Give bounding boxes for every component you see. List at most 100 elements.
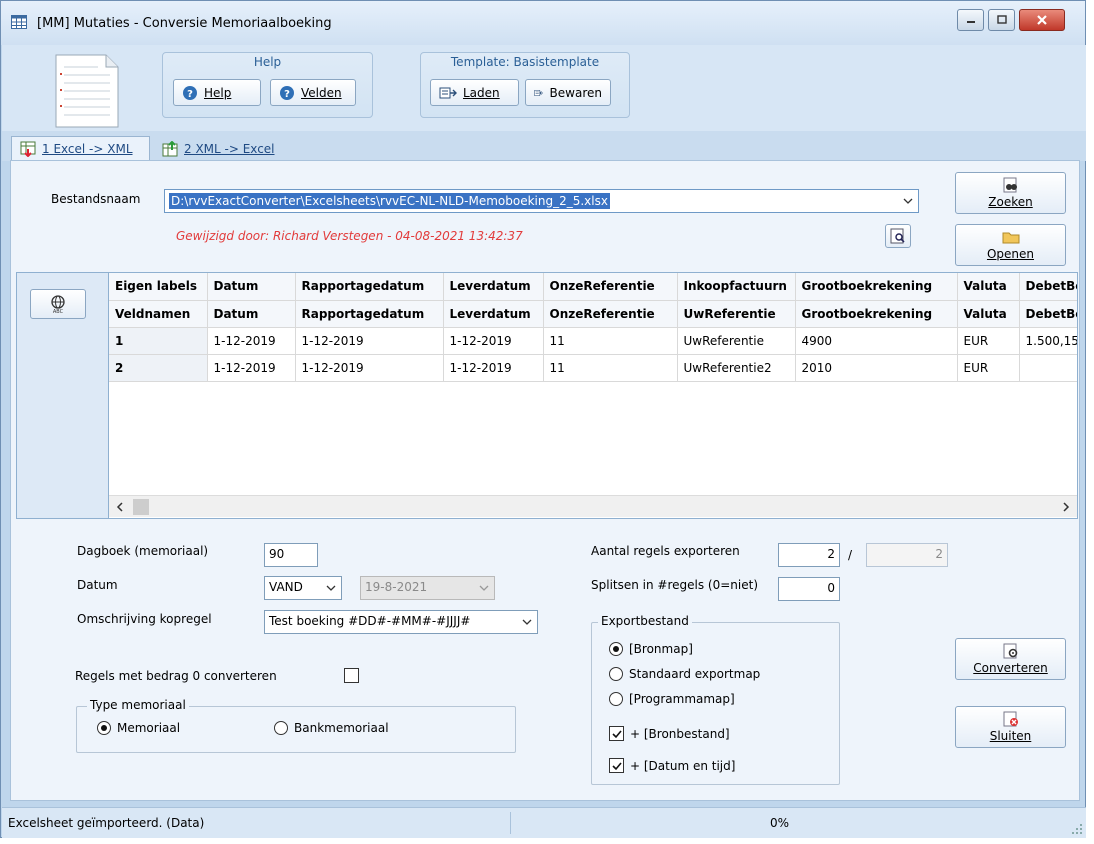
radio-bronmap[interactable]: [Bronmap]: [609, 642, 693, 656]
empty-row: [109, 381, 1077, 408]
tab-xml-to-excel[interactable]: 2 XML -> Excel: [154, 136, 284, 161]
close-button[interactable]: Sluiten: [955, 706, 1066, 748]
filename-combobox[interactable]: D:\rvvExactConverter\Excelsheets\rvvEC-N…: [164, 189, 919, 213]
grid-header-cell[interactable]: Veldnamen: [109, 300, 208, 328]
grid-header-cell[interactable]: Inkoopfactuurn: [677, 273, 796, 301]
row-number-cell[interactable]: 1: [109, 327, 208, 355]
grid-header-cell[interactable]: Datum: [207, 300, 296, 328]
horizontal-scrollbar[interactable]: [109, 495, 1077, 517]
load-icon: [439, 87, 457, 98]
empty-cell: [109, 435, 1077, 462]
grid-cell[interactable]: [1019, 354, 1077, 382]
omschrijving-value: Test boeking #DD#-#MM#-#JJJJ#: [269, 614, 471, 628]
scroll-right-icon[interactable]: [1061, 501, 1071, 513]
grid-header-cell[interactable]: Grootboekrekening: [795, 300, 958, 328]
convert-button[interactable]: Converteren: [955, 638, 1066, 680]
scroll-left-icon[interactable]: [115, 501, 125, 513]
maximize-button[interactable]: [988, 9, 1015, 31]
grid-cell[interactable]: 2010: [795, 354, 958, 382]
chevron-down-icon[interactable]: [325, 582, 337, 594]
radio-bankmemoriaal[interactable]: Bankmemoriaal: [274, 721, 389, 735]
grid-header-cell[interactable]: Eigen labels: [109, 273, 208, 301]
checkbox-box[interactable]: [609, 758, 624, 773]
grid-cell[interactable]: 4900: [795, 327, 958, 355]
grid-cell[interactable]: 11: [543, 354, 678, 382]
preview-button[interactable]: [885, 224, 911, 248]
grid-header-cell[interactable]: Rapportagedatum: [295, 273, 444, 301]
grid-cell[interactable]: 1.500,15: [1019, 327, 1077, 355]
close-window-button[interactable]: [1019, 9, 1065, 31]
scrollbar-thumb[interactable]: [133, 499, 149, 515]
grid-header-cell[interactable]: OnzeReferentie: [543, 273, 678, 301]
dagboek-label: Dagboek (memoriaal): [77, 544, 209, 558]
radio-dot[interactable]: [609, 667, 623, 681]
grid-header-cell[interactable]: Leverdatum: [443, 300, 544, 328]
grid-cell[interactable]: EUR: [957, 327, 1020, 355]
load-template-button[interactable]: Laden: [430, 79, 519, 106]
radio-dot[interactable]: [609, 642, 623, 656]
type-memoriaal-legend: Type memoriaal: [87, 698, 189, 712]
splitsen-input[interactable]: 0: [778, 577, 840, 601]
radio-dot[interactable]: [97, 721, 111, 735]
grid-cell[interactable]: 11: [543, 327, 678, 355]
grid-cell[interactable]: 1-12-2019: [295, 327, 444, 355]
grid-cell[interactable]: 1-12-2019: [207, 327, 296, 355]
help-button[interactable]: ? Help: [173, 79, 261, 106]
checkmark-icon: [611, 761, 622, 770]
grid-cell[interactable]: 1-12-2019: [295, 354, 444, 382]
save-icon: [534, 89, 544, 96]
help-group: Help ? Help ? Velden: [162, 52, 373, 118]
grid-header-cell[interactable]: DebetBe: [1019, 300, 1077, 328]
grid-header-cell[interactable]: Valuta: [957, 300, 1020, 328]
grid-header-cell[interactable]: UwReferentie: [677, 300, 796, 328]
grid-cell[interactable]: 1-12-2019: [443, 327, 544, 355]
radio-standaard-exportmap[interactable]: Standaard exportmap: [609, 667, 760, 681]
checkbox-datum-tijd-label: + [Datum en tijd]: [630, 758, 736, 773]
minimize-button[interactable]: [957, 9, 984, 31]
grid-cell[interactable]: EUR: [957, 354, 1020, 382]
grid-cell[interactable]: UwReferentie: [677, 327, 796, 355]
aantal-input[interactable]: 2: [778, 543, 840, 567]
aantal-separator: /: [848, 548, 853, 562]
checkbox-box[interactable]: [609, 726, 624, 741]
grid-header-cell[interactable]: Grootboekrekening: [795, 273, 958, 301]
grid-header-cell[interactable]: OnzeReferentie: [543, 300, 678, 328]
grid-header-cell[interactable]: Valuta: [957, 273, 1020, 301]
checkbox-datum-tijd[interactable]: + [Datum en tijd]: [609, 758, 735, 773]
open-button[interactable]: Openen: [955, 224, 1066, 266]
radio-programmamap[interactable]: [Programmamap]: [609, 692, 735, 706]
close-icon: [1037, 15, 1047, 25]
search-button[interactable]: Zoeken: [955, 172, 1066, 214]
grid-header-cell[interactable]: Leverdatum: [443, 273, 544, 301]
grid-cell[interactable]: 1-12-2019: [207, 354, 296, 382]
resize-grip-icon[interactable]: [1072, 824, 1082, 834]
grid-table: Eigen labels Datum Rapportagedatum Leverdat…: [109, 273, 1077, 489]
empty-cell: [109, 462, 1077, 489]
zero-amount-checkbox[interactable]: [344, 668, 359, 683]
chevron-down-icon[interactable]: [902, 195, 914, 207]
fields-button[interactable]: ? Velden: [270, 79, 356, 106]
empty-cell: [109, 408, 1077, 435]
save-template-button[interactable]: Bewaren: [525, 79, 611, 106]
omschrijving-combobox[interactable]: Test boeking #DD#-#MM#-#JJJJ#: [264, 610, 538, 634]
grid-header-cell[interactable]: Rapportagedatum: [295, 300, 444, 328]
toolbar: Help ? Help ? Velden Template: Basistemp…: [2, 45, 1086, 131]
row-number-cell[interactable]: 2: [109, 354, 208, 382]
table-icon: [11, 15, 27, 29]
data-grid: ABC Eigen labels Datum Rapportagedatum Leve…: [16, 272, 1078, 519]
grid-cell[interactable]: UwReferentie2: [677, 354, 796, 382]
grid-header-cell[interactable]: Datum: [207, 273, 296, 301]
grid-header-cell[interactable]: DebetBe: [1019, 273, 1077, 301]
tab-excel-to-xml[interactable]: 1 Excel -> XML: [11, 136, 150, 161]
grid-cell[interactable]: 1-12-2019: [443, 354, 544, 382]
checkbox-box[interactable]: [344, 668, 359, 683]
datum-mode-select[interactable]: VAND: [264, 576, 342, 600]
radio-dot[interactable]: [274, 721, 288, 735]
radio-memoriaal[interactable]: Memoriaal: [97, 721, 180, 735]
close-doc-icon: [1003, 711, 1018, 727]
labels-toggle-button[interactable]: ABC: [30, 289, 86, 319]
checkbox-bronbestand[interactable]: + [Bronbestand]: [609, 726, 730, 741]
chevron-down-icon[interactable]: [521, 616, 533, 628]
radio-dot[interactable]: [609, 692, 623, 706]
dagboek-input[interactable]: 90: [264, 543, 318, 567]
